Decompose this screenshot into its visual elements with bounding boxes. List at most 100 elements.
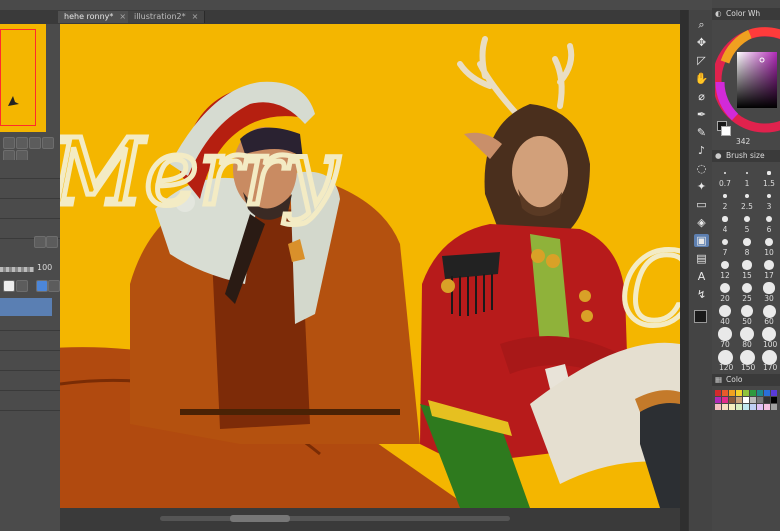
color-wheel[interactable] bbox=[715, 22, 780, 134]
brush-size-option[interactable]: 20 bbox=[716, 281, 734, 303]
blend-mode-icon[interactable] bbox=[16, 280, 28, 292]
brush-size-option[interactable]: 150 bbox=[738, 349, 756, 372]
color-swatch[interactable] bbox=[715, 390, 721, 396]
color-swatch[interactable] bbox=[722, 390, 728, 396]
color-swatch[interactable] bbox=[715, 397, 721, 403]
brush-size-option[interactable]: 2 bbox=[716, 189, 734, 211]
layer-visibility-icon[interactable] bbox=[34, 236, 46, 248]
brush-size-option[interactable]: 100 bbox=[760, 326, 778, 349]
brush-size-option[interactable]: 15 bbox=[738, 258, 756, 280]
color-swatch[interactable] bbox=[771, 404, 777, 410]
brush-size-option[interactable]: 5 bbox=[738, 212, 756, 234]
pen-icon[interactable]: ✒ bbox=[694, 108, 709, 121]
transform-icon[interactable]: ◸ bbox=[694, 54, 709, 67]
brush-size-option[interactable]: 170 bbox=[760, 349, 778, 372]
color-swatch[interactable] bbox=[736, 390, 742, 396]
opacity-slider[interactable] bbox=[0, 267, 34, 272]
correct-line-icon[interactable]: ↯ bbox=[694, 288, 709, 301]
color-swatch[interactable] bbox=[757, 397, 763, 403]
tab-hehe-ronny[interactable]: hehe ronny* × bbox=[58, 11, 134, 23]
drawing-canvas[interactable]: Merry Christ bbox=[60, 24, 680, 508]
color-swatch[interactable] bbox=[729, 397, 735, 403]
color-swatch[interactable] bbox=[771, 390, 777, 396]
tab-illustration2[interactable]: illustration2* × bbox=[128, 11, 206, 23]
brush-size-option[interactable]: 60 bbox=[760, 304, 778, 326]
sub-color-chip[interactable] bbox=[721, 126, 731, 136]
tab-close-icon[interactable]: × bbox=[192, 12, 199, 21]
layer-new-icon[interactable] bbox=[3, 137, 15, 149]
color-swatch[interactable] bbox=[715, 404, 721, 410]
main-color-swatch[interactable] bbox=[694, 310, 709, 323]
layer-folder-icon[interactable] bbox=[16, 137, 28, 149]
color-swatch[interactable] bbox=[771, 397, 777, 403]
text-icon[interactable]: A bbox=[694, 270, 709, 283]
brush-icon[interactable]: ♪ bbox=[694, 144, 709, 157]
color-swatch[interactable] bbox=[750, 404, 756, 410]
brush-size-option[interactable]: 50 bbox=[738, 304, 756, 326]
color-swatch[interactable] bbox=[722, 397, 728, 403]
brush-size-header[interactable]: ● Brush size bbox=[712, 150, 780, 162]
brush-size-option[interactable]: 1 bbox=[738, 166, 756, 188]
brush-size-option[interactable]: 0.7 bbox=[716, 166, 734, 188]
color-swatch[interactable] bbox=[764, 397, 770, 403]
brush-size-option[interactable]: 17 bbox=[760, 258, 778, 280]
blend-icon[interactable]: ✦ bbox=[694, 180, 709, 193]
opacity-value[interactable]: 100 bbox=[37, 263, 52, 272]
reference-layer-icon[interactable] bbox=[48, 280, 60, 292]
color-swatch[interactable] bbox=[729, 404, 735, 410]
brush-size-option[interactable]: 30 bbox=[760, 281, 778, 303]
layer-row-selected[interactable] bbox=[0, 298, 52, 316]
color-swatch[interactable] bbox=[743, 390, 749, 396]
figure-icon[interactable]: ▣ bbox=[694, 234, 709, 247]
layer-mask-icon[interactable] bbox=[29, 137, 41, 149]
brush-size-option[interactable]: 3 bbox=[760, 189, 778, 211]
tab-label: hehe ronny* bbox=[64, 12, 114, 21]
color-swatch[interactable] bbox=[743, 397, 749, 403]
fill-icon[interactable]: ◈ bbox=[694, 216, 709, 229]
eyedropper-icon[interactable]: ⌀ bbox=[694, 90, 709, 103]
brush-size-option[interactable]: 10 bbox=[760, 235, 778, 257]
color-swatch[interactable] bbox=[736, 404, 742, 410]
horizontal-scrollbar[interactable] bbox=[160, 516, 510, 521]
brush-size-option[interactable]: 6 bbox=[760, 212, 778, 234]
brush-size-option[interactable]: 4 bbox=[716, 212, 734, 234]
color-swatch[interactable] bbox=[764, 390, 770, 396]
zoom-icon[interactable]: ⌕ bbox=[694, 18, 709, 31]
color-swatch[interactable] bbox=[750, 390, 756, 396]
color-swatch[interactable] bbox=[757, 390, 763, 396]
brush-size-option[interactable]: 8 bbox=[738, 235, 756, 257]
color-swatch[interactable] bbox=[757, 404, 763, 410]
layer-color-icon[interactable] bbox=[36, 280, 48, 292]
color-swatch[interactable] bbox=[729, 390, 735, 396]
layer-settings-icon[interactable] bbox=[46, 236, 58, 248]
vertical-scrollbar[interactable] bbox=[680, 10, 688, 531]
color-wheel-header[interactable]: ◐ Color Wh bbox=[712, 8, 780, 20]
brush-size-option[interactable]: 25 bbox=[738, 281, 756, 303]
color-set-header[interactable]: ▦ Colo bbox=[712, 374, 780, 386]
paper-color-icon[interactable] bbox=[3, 280, 15, 292]
brush-size-option[interactable]: 80 bbox=[738, 326, 756, 349]
airbrush-icon[interactable]: ◌ bbox=[694, 162, 709, 175]
pencil-icon[interactable]: ✎ bbox=[694, 126, 709, 139]
eraser-icon[interactable]: ▭ bbox=[694, 198, 709, 211]
color-swatch[interactable] bbox=[743, 404, 749, 410]
color-swatch[interactable] bbox=[736, 397, 742, 403]
tab-close-icon[interactable]: × bbox=[119, 12, 126, 21]
layer-delete-icon[interactable] bbox=[42, 137, 54, 149]
brush-size-option[interactable]: 2.5 bbox=[738, 189, 756, 211]
horizontal-scroll-thumb[interactable] bbox=[230, 515, 290, 522]
brush-size-option[interactable]: 120 bbox=[716, 349, 734, 372]
navigator-thumbnail[interactable] bbox=[0, 24, 46, 132]
color-swatch[interactable] bbox=[764, 404, 770, 410]
brush-size-option[interactable]: 70 bbox=[716, 327, 734, 349]
brush-size-option[interactable]: 7 bbox=[716, 235, 734, 257]
brush-size-option[interactable]: 1.5 bbox=[760, 166, 778, 188]
color-swatch[interactable] bbox=[750, 397, 756, 403]
frame-icon[interactable]: ▤ bbox=[694, 252, 709, 265]
brush-size-option[interactable]: 12 bbox=[716, 258, 734, 280]
color-swatch[interactable] bbox=[722, 404, 728, 410]
navigator-view-frame[interactable] bbox=[0, 29, 36, 126]
move-icon[interactable]: ✥ bbox=[694, 36, 709, 49]
brush-size-option[interactable]: 40 bbox=[716, 304, 734, 326]
hand-icon[interactable]: ✋ bbox=[694, 72, 709, 85]
